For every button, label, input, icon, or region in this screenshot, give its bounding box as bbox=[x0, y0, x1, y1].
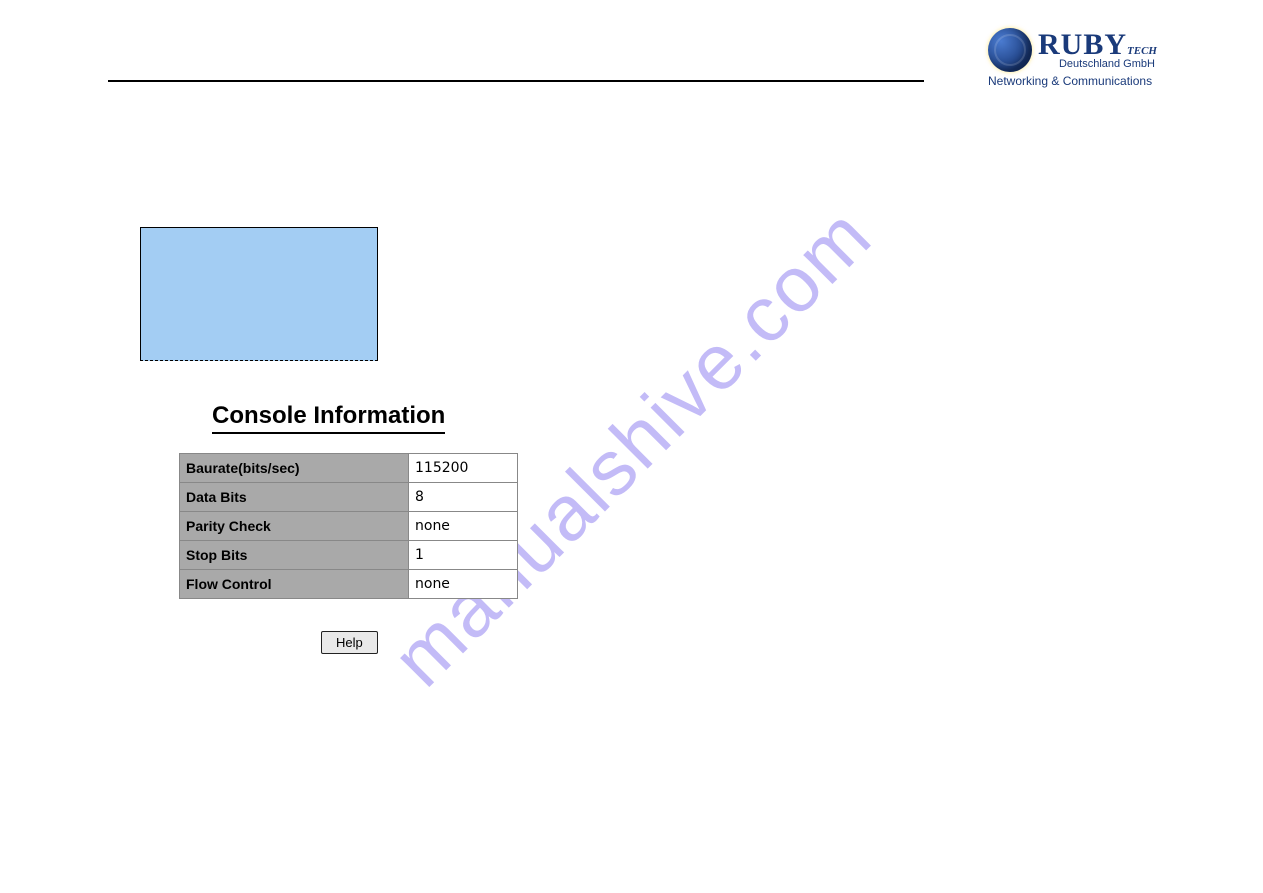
logo: RUBYTECH Deutschland GmbH Networking & C… bbox=[988, 28, 1168, 88]
row-label: Flow Control bbox=[180, 570, 409, 599]
logo-brand-main: RUBY bbox=[1038, 28, 1127, 61]
row-value: none bbox=[409, 570, 518, 599]
row-label: Parity Check bbox=[180, 512, 409, 541]
row-label: Stop Bits bbox=[180, 541, 409, 570]
table-row: Parity Check none bbox=[180, 512, 518, 541]
watermark-text: manualshive.com bbox=[374, 189, 889, 704]
table-row: Flow Control none bbox=[180, 570, 518, 599]
row-value: 1 bbox=[409, 541, 518, 570]
header-rule bbox=[108, 80, 924, 82]
table-row: Stop Bits 1 bbox=[180, 541, 518, 570]
row-label: Baurate(bits/sec) bbox=[180, 454, 409, 483]
console-info-table: Baurate(bits/sec) 115200 Data Bits 8 Par… bbox=[179, 453, 518, 599]
row-value: 115200 bbox=[409, 454, 518, 483]
logo-subtitle-2: Networking & Communications bbox=[988, 74, 1168, 88]
page-title: Console Information bbox=[212, 402, 445, 434]
globe-icon bbox=[988, 28, 1032, 72]
logo-brand: RUBYTECH bbox=[1038, 28, 1157, 61]
table-row: Data Bits 8 bbox=[180, 483, 518, 512]
row-value: 8 bbox=[409, 483, 518, 512]
nav-panel bbox=[140, 227, 378, 361]
help-button[interactable]: Help bbox=[321, 631, 378, 654]
table-row: Baurate(bits/sec) 115200 bbox=[180, 454, 518, 483]
logo-brand-suffix: TECH bbox=[1127, 45, 1157, 57]
row-label: Data Bits bbox=[180, 483, 409, 512]
row-value: none bbox=[409, 512, 518, 541]
